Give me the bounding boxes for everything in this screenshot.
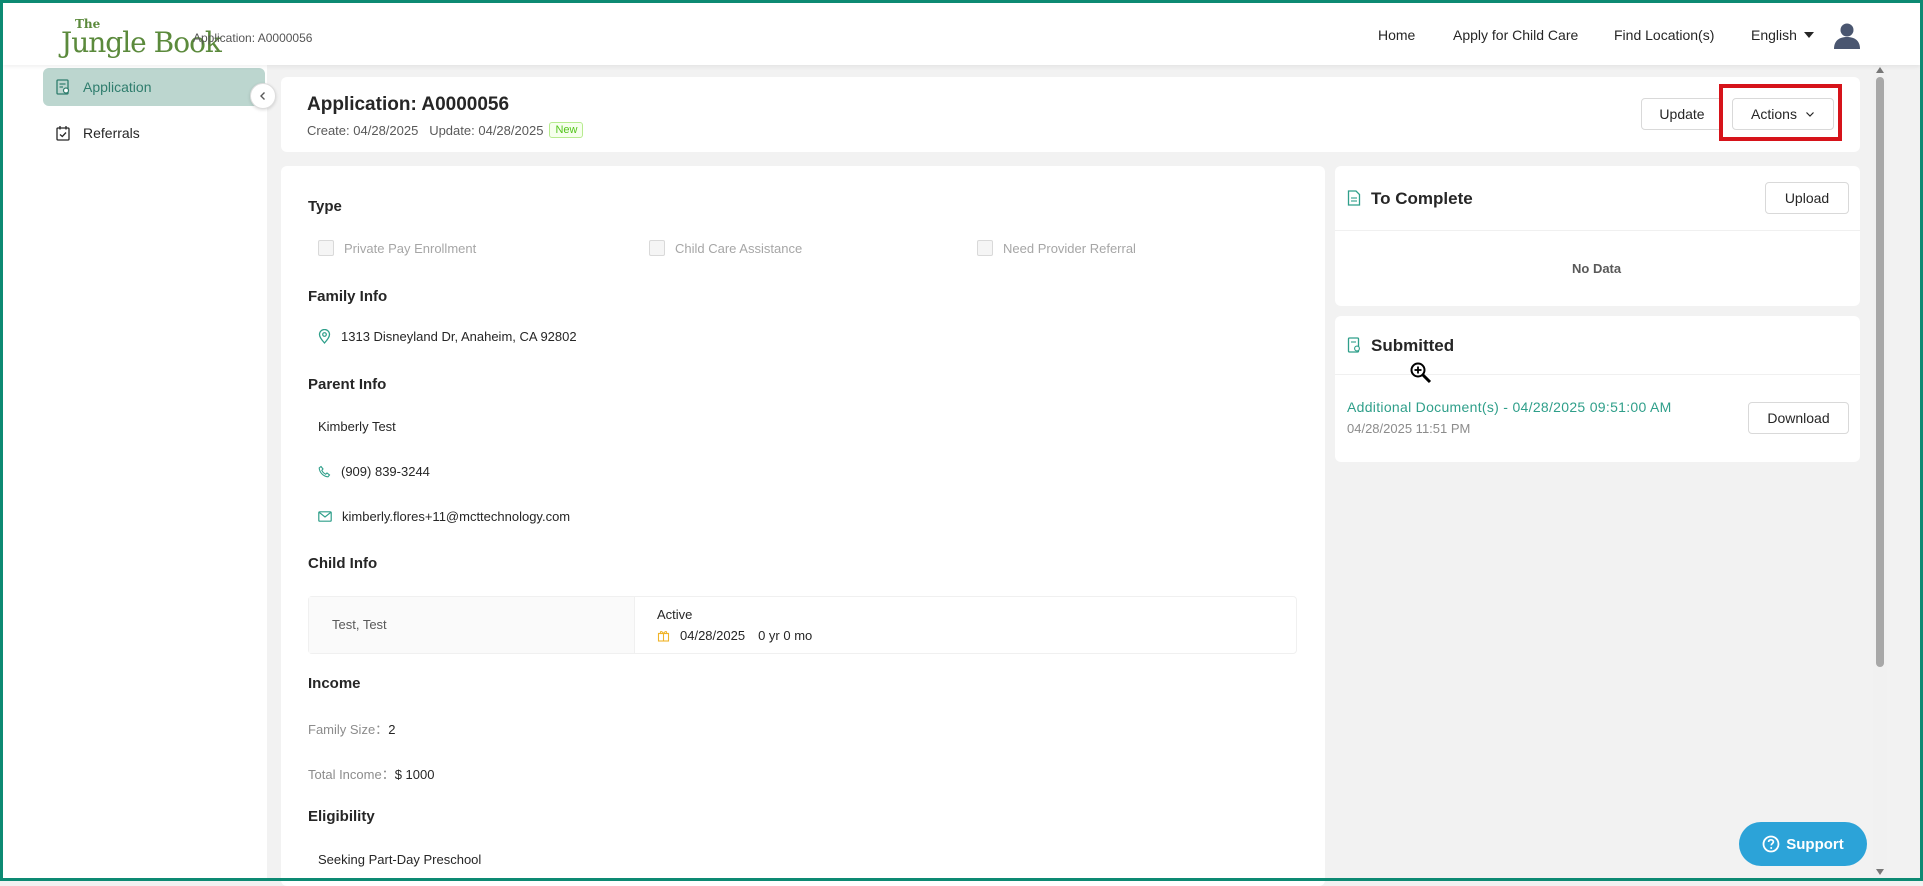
eligibility-value: Seeking Part-Day Preschool bbox=[318, 852, 482, 867]
sidebar: Application Referrals bbox=[3, 65, 267, 878]
nav-home[interactable]: Home bbox=[1378, 27, 1415, 43]
mail-icon bbox=[318, 511, 332, 522]
chevron-left-icon bbox=[260, 92, 265, 100]
application-dates: Create: 04/28/2025 Update: 04/28/2025 Ne… bbox=[307, 122, 584, 138]
application-icon bbox=[56, 79, 70, 95]
sidebar-item-label: Application bbox=[83, 79, 152, 95]
update-button[interactable]: Update bbox=[1641, 98, 1723, 130]
page-title: Application: A0000056 bbox=[307, 94, 510, 115]
phone-text: (909) 839-3244 bbox=[341, 464, 430, 479]
sidebar-collapse-button[interactable] bbox=[250, 83, 276, 109]
total-income-row: Total Income：$ 1000 bbox=[308, 764, 434, 783]
support-button[interactable]: Support bbox=[1739, 822, 1867, 866]
sidebar-item-label: Referrals bbox=[83, 125, 140, 141]
submitted-document-link[interactable]: Additional Document(s) - 04/28/2025 09:5… bbox=[1347, 399, 1672, 415]
total-income-label: Total Income： bbox=[308, 767, 395, 782]
location-pin-icon bbox=[318, 329, 331, 344]
scrollbar-thumb[interactable] bbox=[1876, 77, 1884, 667]
address-text: 1313 Disneyland Dr, Anaheim, CA 92802 bbox=[341, 329, 577, 344]
checkbox-child-care-assistance[interactable]: Child Care Assistance bbox=[649, 240, 802, 256]
language-select[interactable]: English bbox=[1751, 27, 1814, 43]
page-scrollbar[interactable] bbox=[1873, 65, 1887, 878]
checkbox-box bbox=[649, 240, 665, 256]
referrals-icon bbox=[56, 126, 70, 141]
gift-icon bbox=[657, 631, 670, 642]
submitted-document-icon bbox=[1347, 337, 1360, 353]
family-size-label: Family Size： bbox=[308, 722, 389, 737]
nav-find-locations[interactable]: Find Location(s) bbox=[1614, 27, 1714, 43]
to-complete-title: To Complete bbox=[1371, 189, 1473, 208]
divider bbox=[1335, 230, 1860, 231]
language-label: English bbox=[1751, 27, 1797, 43]
update-date: 04/28/2025 bbox=[478, 122, 544, 138]
top-navbar: The Jungle Book Application: A0000056 Ho… bbox=[3, 3, 1920, 65]
application-header-card bbox=[281, 77, 1860, 152]
eligibility-title: Eligibility bbox=[308, 808, 375, 825]
scroll-up-icon[interactable] bbox=[1876, 67, 1884, 73]
create-label: Create: bbox=[307, 122, 350, 138]
update-label: Update: bbox=[429, 122, 475, 138]
support-label: Support bbox=[1786, 835, 1844, 853]
family-info-title: Family Info bbox=[308, 288, 388, 305]
create-date: 04/28/2025 bbox=[353, 122, 419, 138]
submitted-document-time: 04/28/2025 11:51 PM bbox=[1347, 421, 1471, 436]
phone-icon bbox=[318, 465, 331, 478]
download-button[interactable]: Download bbox=[1748, 402, 1849, 434]
nav-apply-child-care[interactable]: Apply for Child Care bbox=[1453, 27, 1578, 43]
family-address: 1313 Disneyland Dr, Anaheim, CA 92802 bbox=[318, 329, 577, 344]
parent-phone: (909) 839-3244 bbox=[318, 464, 430, 479]
checkbox-box bbox=[318, 240, 334, 256]
child-name: Test, Test bbox=[332, 617, 387, 632]
no-data-text: No Data bbox=[1572, 261, 1622, 276]
user-avatar-icon[interactable] bbox=[1833, 22, 1861, 50]
family-size-row: Family Size：2 bbox=[308, 719, 395, 738]
sidebar-item-application[interactable]: Application bbox=[43, 68, 265, 106]
sidebar-item-referrals[interactable]: Referrals bbox=[43, 114, 265, 152]
upload-button[interactable]: Upload bbox=[1765, 182, 1849, 214]
family-size-value: 2 bbox=[388, 722, 396, 737]
parent-email: kimberly.flores+11@mcttechnology.com bbox=[318, 509, 570, 524]
parent-info-title: Parent Info bbox=[308, 376, 387, 393]
help-circle-icon bbox=[1762, 835, 1780, 853]
zoom-cursor-icon bbox=[1410, 362, 1432, 384]
parent-name: Kimberly Test bbox=[318, 419, 396, 434]
type-section-title: Type bbox=[308, 198, 342, 215]
child-dob: 04/28/2025 bbox=[680, 628, 746, 643]
checkbox-label: Child Care Assistance bbox=[675, 240, 803, 256]
child-name-cell: Test, Test bbox=[309, 597, 635, 653]
child-status: Active bbox=[657, 607, 693, 622]
document-icon bbox=[1347, 190, 1361, 206]
checkbox-box bbox=[977, 240, 993, 256]
checkbox-label: Need Provider Referral bbox=[1003, 240, 1136, 256]
checkbox-provider-referral[interactable]: Need Provider Referral bbox=[977, 240, 1136, 256]
child-age: 0 yr 0 mo bbox=[758, 628, 813, 643]
scroll-down-icon[interactable] bbox=[1876, 869, 1884, 875]
checkbox-label: Private Pay Enrollment bbox=[344, 240, 477, 256]
income-title: Income bbox=[308, 675, 361, 692]
header-application-id: Application: A0000056 bbox=[193, 31, 313, 45]
submitted-title: Submitted bbox=[1371, 336, 1455, 355]
child-dob-row: 04/28/2025 0 yr 0 mo bbox=[657, 628, 812, 643]
email-text: kimberly.flores+11@mcttechnology.com bbox=[342, 509, 571, 524]
application-details-card bbox=[281, 166, 1325, 886]
checkbox-private-pay[interactable]: Private Pay Enrollment bbox=[318, 240, 476, 256]
child-info-table: Test, Test Active 04/28/2025 0 yr 0 mo bbox=[308, 596, 1297, 654]
total-income-value: $ 1000 bbox=[394, 767, 435, 782]
status-badge: New bbox=[549, 122, 584, 138]
caret-down-icon bbox=[1803, 32, 1814, 38]
child-info-title: Child Info bbox=[308, 555, 378, 572]
actions-highlight-box bbox=[1719, 84, 1842, 141]
